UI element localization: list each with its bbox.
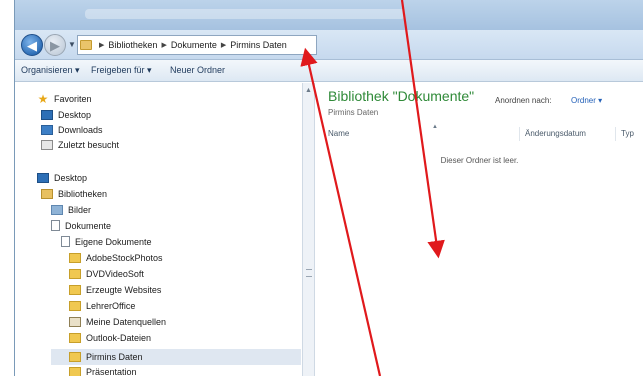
folder-icon bbox=[69, 268, 81, 279]
data-source-icon bbox=[69, 316, 81, 327]
tree-libraries[interactable]: Bibliotheken bbox=[41, 186, 107, 201]
tree-label: Eigene Dokumente bbox=[75, 236, 152, 247]
folder-icon bbox=[80, 40, 92, 50]
tree-label: DVDVideoSoft bbox=[86, 268, 144, 279]
tree-label: Dokumente bbox=[65, 220, 112, 231]
breadcrumb-pirmins-daten[interactable]: Pirmins Daten bbox=[230, 40, 287, 50]
pane-scrollbar[interactable]: ▲ bbox=[302, 83, 315, 376]
forward-button[interactable]: ▶ bbox=[44, 34, 66, 56]
column-header-name[interactable]: Name bbox=[328, 129, 349, 138]
new-folder-button[interactable]: Neuer Ordner bbox=[170, 65, 225, 75]
tree-label: Desktop bbox=[58, 109, 92, 120]
tree-label: Präsentation bbox=[86, 366, 137, 376]
tree-favorites[interactable]: ★ Favoriten bbox=[37, 91, 92, 106]
column-header-type[interactable]: Typ bbox=[621, 129, 634, 138]
content-pane: Bibliothek "Dokumente" Pirmins Daten Ano… bbox=[315, 83, 643, 376]
tree-downloads[interactable]: Downloads bbox=[41, 122, 103, 137]
tree-label: Pirmins Daten bbox=[86, 351, 143, 362]
tree-desktop[interactable]: Desktop bbox=[37, 170, 87, 185]
column-divider[interactable] bbox=[615, 127, 616, 141]
tree-label: Outlook-Dateien bbox=[86, 332, 152, 343]
arrange-by-label: Anordnen nach: bbox=[495, 96, 552, 105]
chevron-right-icon[interactable]: ▶ bbox=[99, 41, 104, 49]
recent-places-icon bbox=[41, 139, 53, 150]
folder-icon bbox=[69, 351, 81, 362]
tree-folder[interactable]: AdobeStockPhotos bbox=[69, 250, 163, 265]
tree-folder[interactable]: Meine Datenquellen bbox=[69, 314, 166, 329]
scroll-grip-icon[interactable] bbox=[306, 269, 312, 277]
documents-icon bbox=[61, 236, 70, 247]
share-button[interactable]: Freigeben für ▾ bbox=[91, 65, 152, 76]
breadcrumb-bibliotheken[interactable]: Bibliotheken bbox=[108, 40, 157, 50]
tree-folder[interactable]: LehrerOffice bbox=[69, 298, 135, 313]
tree-label: Desktop bbox=[54, 172, 88, 183]
tree-folder[interactable]: Erzeugte Websites bbox=[69, 282, 161, 297]
breadcrumb-dokumente[interactable]: Dokumente bbox=[171, 40, 217, 50]
explorer-window: ◀ ▶ ▼ ▶ Bibliotheken ▶ Dokumente ▶ Pirmi… bbox=[14, 0, 643, 376]
desktop-icon bbox=[37, 172, 49, 183]
forward-arrow-icon: ▶ bbox=[50, 38, 60, 53]
title-bar bbox=[15, 0, 643, 30]
folder-icon bbox=[69, 284, 81, 295]
navigation-row: ◀ ▶ ▼ ▶ Bibliotheken ▶ Dokumente ▶ Pirmi… bbox=[15, 30, 643, 60]
scroll-up-icon[interactable]: ▲ bbox=[305, 87, 312, 94]
tree-label: Favoriten bbox=[54, 93, 92, 104]
tree-folder-selected[interactable]: Pirmins Daten bbox=[69, 349, 143, 364]
folder-icon bbox=[69, 300, 81, 311]
back-arrow-icon: ◀ bbox=[27, 38, 37, 53]
tree-folder[interactable]: DVDVideoSoft bbox=[69, 266, 144, 281]
command-bar: Organisieren ▾ Freigeben für ▾ Neuer Ord… bbox=[15, 60, 643, 82]
chevron-right-icon[interactable]: ▶ bbox=[221, 41, 226, 49]
pictures-icon bbox=[51, 204, 63, 215]
tree-my-documents[interactable]: Eigene Dokumente bbox=[61, 234, 152, 249]
folder-icon bbox=[69, 332, 81, 343]
library-subtitle: Pirmins Daten bbox=[328, 108, 379, 117]
address-bar[interactable]: ▶ Bibliotheken ▶ Dokumente ▶ Pirmins Dat… bbox=[77, 35, 317, 55]
folder-icon bbox=[69, 252, 81, 263]
blurred-title bbox=[85, 9, 405, 19]
download-icon bbox=[41, 124, 53, 135]
desktop-icon bbox=[41, 109, 53, 120]
back-button[interactable]: ◀ bbox=[21, 34, 43, 56]
library-title: Bibliothek "Dokumente" bbox=[328, 88, 475, 104]
tree-documents[interactable]: Dokumente bbox=[51, 218, 111, 233]
star-icon: ★ bbox=[37, 91, 49, 106]
organize-button[interactable]: Organisieren ▾ bbox=[21, 65, 80, 76]
tree-label: Bilder bbox=[68, 204, 92, 215]
empty-folder-message: Dieser Ordner ist leer. bbox=[440, 156, 519, 165]
chevron-right-icon[interactable]: ▶ bbox=[161, 41, 166, 49]
folder-icon bbox=[69, 366, 81, 376]
tree-label: Zuletzt besucht bbox=[58, 139, 120, 150]
tree-folder[interactable]: Präsentation bbox=[69, 364, 137, 376]
arrange-by-dropdown[interactable]: Ordner ▾ bbox=[571, 96, 602, 105]
column-divider[interactable] bbox=[519, 127, 520, 141]
tree-label: LehrerOffice bbox=[86, 300, 136, 311]
tree-label: Erzeugte Websites bbox=[86, 284, 162, 295]
tree-label: Downloads bbox=[58, 124, 103, 135]
library-icon bbox=[41, 188, 53, 199]
sort-caret-icon: ▲ bbox=[432, 124, 438, 130]
tree-label: Bibliotheken bbox=[58, 188, 108, 199]
documents-icon bbox=[51, 220, 60, 231]
history-dropdown-icon[interactable]: ▼ bbox=[68, 40, 76, 49]
column-header-date[interactable]: Änderungsdatum bbox=[525, 129, 586, 138]
tree-label: Meine Datenquellen bbox=[86, 316, 167, 327]
tree-desktop-favorite[interactable]: Desktop bbox=[41, 107, 91, 122]
tree-folder[interactable]: Outlook-Dateien bbox=[69, 330, 151, 345]
tree-label: AdobeStockPhotos bbox=[86, 252, 163, 263]
tree-pictures[interactable]: Bilder bbox=[51, 202, 91, 217]
tree-recent[interactable]: Zuletzt besucht bbox=[41, 137, 119, 152]
